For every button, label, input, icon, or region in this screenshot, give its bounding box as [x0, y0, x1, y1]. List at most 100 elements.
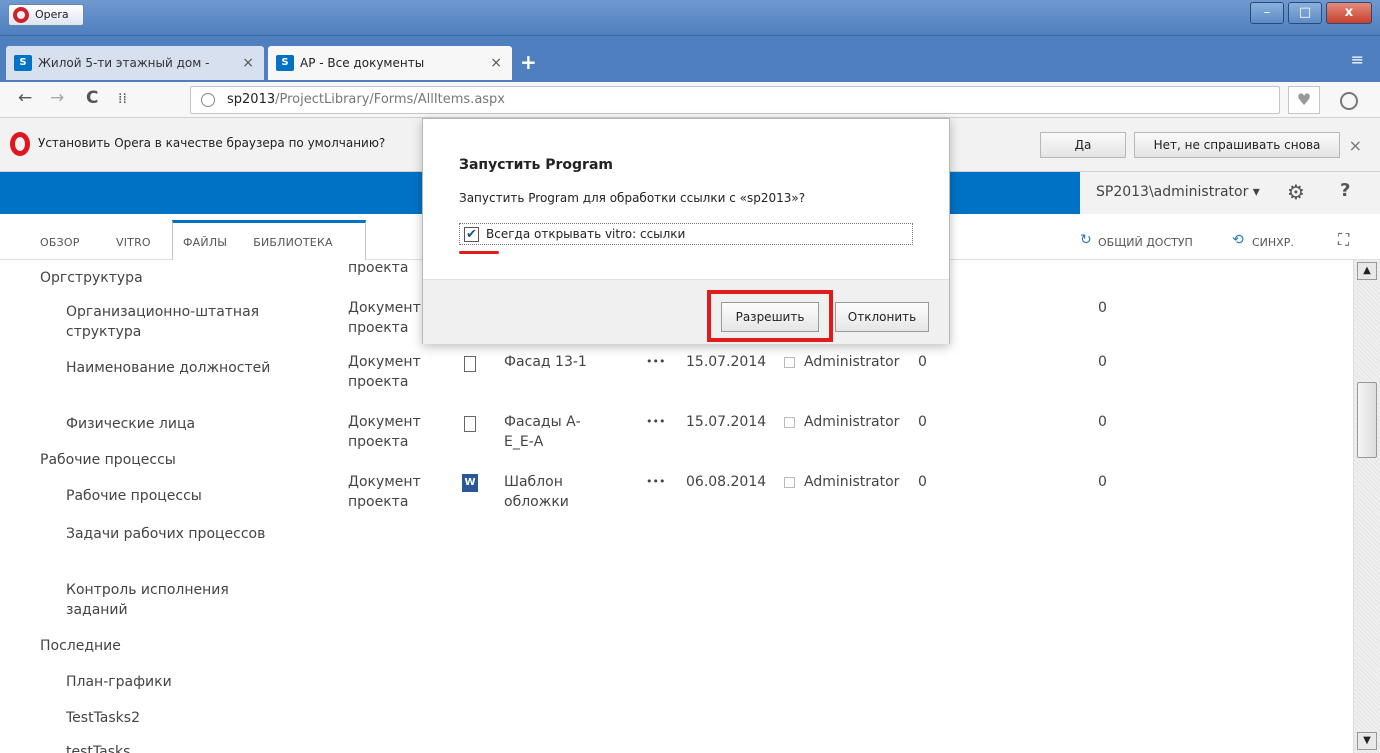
- tab-strip: S Жилой 5-ти этажный дом - × S AP - Все …: [0, 36, 1380, 82]
- presence-indicator: [784, 417, 795, 428]
- count-value: 0: [1098, 354, 1107, 370]
- profile-icon[interactable]: [1340, 92, 1358, 110]
- tab-ap-documents[interactable]: S AP - Все документы ×: [268, 46, 512, 80]
- new-tab-icon[interactable]: +: [520, 50, 537, 74]
- dialog-footer: Разрешить Отклонить: [423, 279, 949, 344]
- settings-gear-icon[interactable]: ⚙: [1287, 180, 1305, 204]
- nav-item-org-staff[interactable]: Организационно-штатная структура: [66, 302, 276, 342]
- content-type: Документ проекта: [348, 474, 421, 510]
- presence-indicator: [784, 357, 795, 368]
- deny-button[interactable]: Отклонить: [835, 302, 929, 332]
- opera-logo-icon: [13, 7, 29, 23]
- always-open-label[interactable]: Всегда открывать vitro: ссылки: [486, 227, 685, 241]
- launch-program-dialog: Запустить Program Запустить Program для …: [422, 118, 950, 344]
- sharepoint-icon: S: [14, 55, 32, 71]
- nav-item-task-control[interactable]: Контроль исполнения заданий: [66, 580, 276, 620]
- nav-heading-recent[interactable]: Последние: [40, 636, 121, 656]
- scroll-thumb[interactable]: [1357, 382, 1377, 458]
- nav-item-workflows[interactable]: Рабочие процессы: [66, 486, 276, 506]
- tab-label: AP - Все документы: [300, 56, 425, 70]
- author-link[interactable]: Administrator: [804, 472, 899, 492]
- tab-vitro[interactable]: VITRO: [116, 236, 151, 249]
- file-name-link[interactable]: Фасад 13-1: [504, 352, 604, 372]
- item-menu-ellipsis[interactable]: •••: [646, 352, 665, 372]
- nav-item-workflow-tasks[interactable]: Задачи рабочих процессов: [66, 524, 276, 544]
- version-value: 0: [918, 414, 927, 430]
- help-icon[interactable]: ?: [1340, 180, 1350, 201]
- close-window-button[interactable]: x: [1326, 2, 1372, 24]
- user-area: SP2013\administrator ▾ ⚙ ?: [1080, 172, 1380, 214]
- quick-launch: Оргструктура Организационно-штатная стру…: [0, 260, 320, 753]
- nav-item-schedules[interactable]: План-графики: [66, 672, 276, 692]
- tab-menu-icon[interactable]: ≡: [1351, 50, 1364, 69]
- file-name-link[interactable]: Фасады А-Е_Е-А: [504, 412, 604, 452]
- red-underline-annotation: [459, 251, 499, 254]
- infobar-text: Установить Opera в качестве браузера по …: [38, 136, 386, 150]
- sync-icon[interactable]: ⟲: [1232, 232, 1244, 248]
- always-open-checkbox-row[interactable]: ✔ Всегда открывать vitro: ссылки: [459, 223, 913, 245]
- user-menu[interactable]: SP2013\administrator ▾: [1096, 184, 1260, 200]
- navigation-bar: ← → C ⁞⁞ sp2013/ProjectLibrary/Forms/All…: [0, 82, 1380, 118]
- maximize-button[interactable]: □: [1288, 2, 1322, 24]
- infobar-never-button[interactable]: Нет, не спрашивать снова: [1134, 132, 1340, 158]
- count-value: 0: [1098, 300, 1107, 316]
- tab-library[interactable]: БИБЛИОТЕКА: [253, 236, 332, 249]
- content-type: Документ проекта: [348, 300, 421, 336]
- site-info-icon[interactable]: [201, 93, 215, 107]
- item-menu-ellipsis[interactable]: •••: [646, 472, 665, 492]
- document-icon: [464, 356, 476, 372]
- dialog-title: Запустить Program: [459, 157, 613, 173]
- reload-icon[interactable]: C: [86, 88, 98, 108]
- tab-overview[interactable]: ОБЗОР: [40, 236, 80, 249]
- tab-label: Жилой 5-ти этажный дом -: [38, 56, 210, 70]
- file-name-link[interactable]: Шаблон обложки: [504, 472, 604, 512]
- always-open-checkbox[interactable]: ✔: [464, 227, 479, 242]
- forward-icon[interactable]: →: [50, 88, 64, 108]
- nav-item-testtasks[interactable]: testTasks: [66, 742, 276, 753]
- opera-menu-button[interactable]: Opera: [8, 4, 84, 26]
- address-input[interactable]: sp2013/ProjectLibrary/Forms/AllItems.asp…: [190, 86, 1280, 114]
- content-type: Документ проекта: [348, 354, 421, 390]
- bookmark-heart-icon[interactable]: ♥: [1288, 86, 1320, 114]
- nav-item-testtasks2[interactable]: TestTasks2: [66, 708, 276, 728]
- share-icon[interactable]: ↻: [1080, 232, 1092, 248]
- infobar-close-icon[interactable]: ×: [1349, 136, 1362, 155]
- back-icon[interactable]: ←: [18, 88, 32, 108]
- modified-date: 06.08.2014: [686, 474, 767, 490]
- count-value: 0: [1098, 414, 1107, 430]
- author-link[interactable]: Administrator: [804, 352, 899, 372]
- tab-zhiloy-dom[interactable]: S Жилой 5-ти этажный дом - ×: [6, 46, 264, 80]
- sync-button[interactable]: СИНХР.: [1252, 236, 1294, 249]
- vertical-scrollbar[interactable]: ▲ ▼: [1353, 260, 1380, 753]
- author-link[interactable]: Administrator: [804, 412, 899, 432]
- sharepoint-icon: S: [276, 55, 294, 71]
- word-document-icon: W: [462, 474, 478, 492]
- nav-heading-orgstructure[interactable]: Оргструктура: [40, 268, 143, 288]
- document-icon: [464, 416, 476, 432]
- modified-date: 15.07.2014: [686, 414, 767, 430]
- nav-heading-workflows[interactable]: Рабочие процессы: [40, 450, 176, 470]
- scroll-up-button[interactable]: ▲: [1357, 262, 1377, 280]
- scroll-down-button[interactable]: ▼: [1357, 732, 1377, 750]
- opera-logo-icon: [10, 132, 30, 156]
- modified-date: 15.07.2014: [686, 354, 767, 370]
- dialog-message: Запустить Program для обработки ссылки с…: [459, 191, 806, 205]
- presence-indicator: [784, 477, 795, 488]
- item-menu-ellipsis[interactable]: •••: [646, 412, 665, 432]
- close-tab-icon[interactable]: ×: [490, 46, 502, 80]
- nav-item-persons[interactable]: Физические лица: [66, 414, 276, 434]
- tab-files[interactable]: ФАЙЛЫ: [183, 236, 227, 249]
- share-button[interactable]: ОБЩИЙ ДОСТУП: [1098, 236, 1193, 249]
- minimize-button[interactable]: –: [1250, 2, 1284, 24]
- infobar-yes-button[interactable]: Да: [1040, 132, 1126, 158]
- allow-button[interactable]: Разрешить: [721, 302, 819, 332]
- content-type: проекта: [348, 260, 409, 276]
- speed-dial-icon[interactable]: ⁞⁞: [118, 91, 127, 107]
- version-value: 0: [918, 474, 927, 490]
- close-tab-icon[interactable]: ×: [242, 46, 254, 80]
- nav-item-positions[interactable]: Наименование должностей: [66, 358, 276, 378]
- count-value: 0: [1098, 474, 1107, 490]
- url-host: sp2013: [227, 92, 276, 107]
- url-path: /ProjectLibrary/Forms/AllItems.aspx: [275, 92, 506, 107]
- focus-mode-icon[interactable]: ⛶: [1338, 230, 1349, 250]
